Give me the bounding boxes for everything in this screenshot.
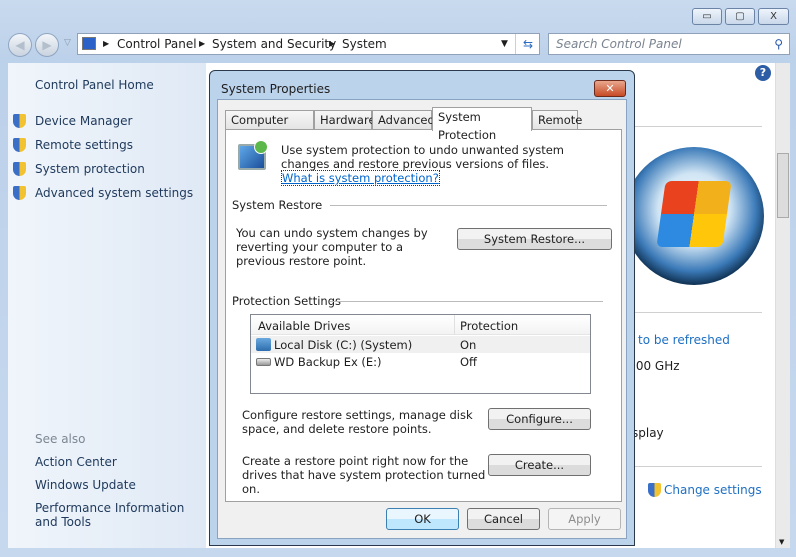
refresh-link[interactable]: to be refreshed	[638, 333, 730, 347]
shield-icon	[648, 483, 661, 497]
create-description: Create a restore point right now for the…	[242, 454, 486, 496]
breadcrumb-system[interactable]: System	[342, 34, 387, 54]
sidebar-item-remote-settings[interactable]: Remote settings	[35, 138, 133, 152]
processor-speed: .00 GHz	[632, 359, 680, 373]
what-is-system-protection-link[interactable]: What is system protection?	[281, 170, 440, 186]
shield-icon	[13, 162, 26, 176]
search-icon[interactable]: ⚲	[774, 34, 783, 54]
intro-text: Use system protection to undo unwanted s…	[281, 143, 564, 171]
breadcrumb-control-panel[interactable]: Control Panel	[117, 34, 197, 54]
sidebar-item-advanced-system-settings[interactable]: Advanced system settings	[35, 186, 193, 200]
column-header-available-drives[interactable]: Available Drives	[258, 319, 350, 333]
back-button[interactable]: ◀	[8, 33, 32, 57]
shield-icon	[13, 114, 26, 128]
see-also-performance-information[interactable]: Performance Information and Tools	[35, 501, 200, 529]
system-properties-dialog: System Properties ✕ Computer Name Hardwa…	[209, 70, 635, 546]
dialog-close-button[interactable]: ✕	[594, 80, 626, 97]
drives-list[interactable]: Available Drives Protection Local Disk (…	[250, 314, 591, 394]
external-drive-icon	[256, 358, 271, 366]
see-also-windows-update[interactable]: Windows Update	[35, 478, 136, 492]
breadcrumb-system-and-security[interactable]: System and Security	[212, 34, 336, 54]
restore-arrow-icon	[254, 140, 268, 154]
search-input[interactable]: Search Control Panel ⚲	[548, 33, 790, 55]
close-button[interactable]: X	[758, 8, 789, 25]
see-also-heading: See also	[35, 432, 86, 446]
system-restore-button[interactable]: System Restore...	[457, 228, 612, 250]
restore-description: You can undo system changes by reverting…	[236, 226, 428, 268]
sidebar-item-device-manager[interactable]: Device Manager	[35, 114, 132, 128]
apply-button[interactable]: Apply	[548, 508, 621, 530]
ok-button[interactable]: OK	[386, 508, 459, 530]
forward-button[interactable]: ▶	[35, 33, 59, 57]
see-also-action-center[interactable]: Action Center	[35, 455, 117, 469]
column-header-protection[interactable]: Protection	[460, 319, 518, 333]
change-settings-link[interactable]: Change settings	[664, 483, 762, 497]
sidebar	[8, 63, 206, 548]
shield-icon	[13, 186, 26, 200]
help-icon[interactable]: ?	[755, 65, 771, 81]
control-panel-icon	[82, 37, 96, 50]
tab-computer-name[interactable]: Computer Name	[225, 110, 314, 145]
maximize-button[interactable]: ▢	[725, 8, 755, 25]
sidebar-item-system-protection[interactable]: System protection	[35, 162, 145, 176]
create-button[interactable]: Create...	[488, 454, 591, 476]
recent-pages-dropdown[interactable]: ▽	[64, 38, 71, 48]
chevron-right-icon: ▶	[199, 39, 206, 48]
control-panel-home-link[interactable]: Control Panel Home	[35, 78, 154, 92]
protection-settings-group-label: Protection Settings	[232, 294, 342, 308]
display-text: splay	[632, 426, 664, 440]
dialog-title: System Properties	[221, 82, 331, 96]
tab-system-protection[interactable]: System Protection	[432, 107, 532, 142]
tab-panel: Use system protection to undo unwanted s…	[225, 129, 622, 502]
minimize-button[interactable]: ▭	[692, 8, 722, 25]
chevron-right-icon: ▶	[103, 39, 110, 48]
refresh-icon[interactable]: ⇆	[515, 34, 540, 54]
windows-flag	[656, 181, 732, 247]
address-bar[interactable]: ▶ Control Panel ▶ System and Security ▶ …	[77, 33, 540, 55]
tab-advanced[interactable]: Advanced	[372, 110, 435, 130]
tab-remote[interactable]: Remote	[532, 110, 582, 130]
drive-row[interactable]: Local Disk (C:) (System) On	[251, 336, 590, 353]
tab-hardware[interactable]: Hardware	[314, 110, 376, 130]
configure-description: Configure restore settings, manage disk …	[242, 408, 473, 436]
system-restore-group-label: System Restore	[232, 198, 323, 212]
system-drive-icon	[256, 338, 271, 351]
drive-row[interactable]: WD Backup Ex (E:) Off	[251, 353, 590, 370]
chevron-right-icon: ▶	[329, 39, 336, 48]
configure-button[interactable]: Configure...	[488, 408, 591, 430]
cancel-button[interactable]: Cancel	[467, 508, 540, 530]
vertical-scrollbar[interactable]: ▼	[775, 63, 790, 548]
shield-icon	[13, 138, 26, 152]
chevron-down-icon[interactable]: ▼	[501, 34, 508, 54]
